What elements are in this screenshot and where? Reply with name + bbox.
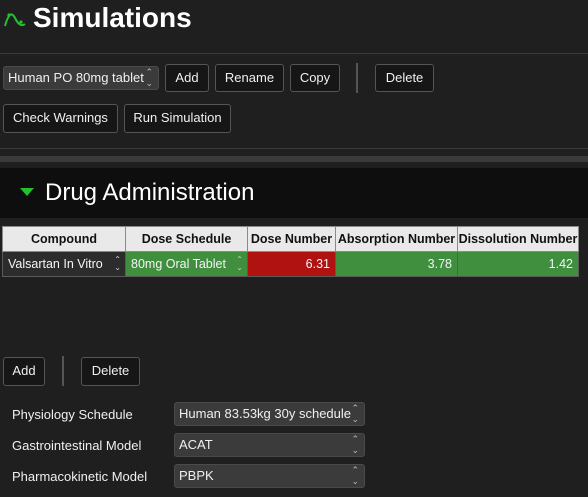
delete-simulation-button[interactable]: Delete [375, 64, 434, 92]
rename-simulation-button[interactable]: Rename [215, 64, 284, 92]
section-divider [0, 156, 588, 162]
toolbar-separator [356, 63, 358, 93]
compound-value: Valsartan In Vitro [8, 257, 103, 271]
physiology-schedule-value: Human 83.53kg 30y schedule [179, 406, 352, 421]
compound-cell[interactable]: Valsartan In Vitro ⌃ ⌄ [2, 251, 126, 277]
copy-simulation-button[interactable]: Copy [290, 64, 340, 92]
column-header-compound: Compound [2, 226, 126, 252]
page-title: Simulations [33, 2, 192, 33]
add-simulation-button[interactable]: Add [165, 64, 209, 92]
dissolution-number-cell: 1.42 [457, 251, 579, 277]
dose-schedule-value: 80mg Oral Tablet [131, 257, 226, 271]
divider [0, 148, 588, 149]
drug-administration-table: Compound Dose Schedule Dose Number Absor… [2, 226, 579, 277]
check-warnings-button[interactable]: Check Warnings [3, 104, 118, 133]
physiology-schedule-label: Physiology Schedule [12, 407, 133, 422]
table-row[interactable]: Valsartan In Vitro ⌃ ⌄ 80mg Oral Tablet ⌃… [2, 251, 579, 277]
spin-arrows-icon: ⌃ ⌄ [351, 465, 359, 486]
spin-arrows-icon: ⌃ ⌄ [351, 434, 359, 455]
gastrointestinal-model-select[interactable]: ACAT ⌃ ⌄ [174, 433, 365, 457]
run-simulation-button[interactable]: Run Simulation [124, 104, 231, 133]
column-header-dissolution-number: Dissolution Number [457, 226, 579, 252]
column-header-dose-schedule: Dose Schedule [125, 226, 248, 252]
column-header-absorption-number: Absorption Number [335, 226, 458, 252]
spin-arrows-icon: ⌃ ⌄ [236, 255, 243, 272]
dose-schedule-cell[interactable]: 80mg Oral Tablet ⌃ ⌄ [125, 251, 248, 277]
pharmacokinetic-model-select[interactable]: PBPK ⌃ ⌄ [174, 464, 365, 488]
simulation-select-value: Human PO 80mg tablet [8, 70, 144, 85]
simulation-curve-icon [4, 13, 26, 27]
simulation-select[interactable]: Human PO 80mg tablet ⌃ ⌄ [3, 66, 159, 90]
divider [0, 53, 588, 54]
dose-number-cell: 6.31 [247, 251, 336, 277]
expand-triangle-icon[interactable] [20, 188, 34, 196]
toolbar-separator [62, 356, 64, 386]
pharmacokinetic-model-value: PBPK [179, 468, 214, 483]
gastrointestinal-model-value: ACAT [179, 437, 213, 452]
gastrointestinal-model-label: Gastrointestinal Model [12, 438, 142, 453]
spin-arrows-icon: ⌃ ⌄ [351, 403, 359, 424]
section-title: Drug Administration [45, 179, 255, 206]
column-header-dose-number: Dose Number [247, 226, 336, 252]
spin-arrows-icon: ⌃ ⌄ [114, 255, 121, 272]
pharmacokinetic-model-label: Pharmacokinetic Model [12, 469, 148, 484]
add-row-button[interactable]: Add [3, 357, 45, 386]
spin-arrows-icon: ⌃ ⌄ [145, 67, 153, 88]
delete-row-button[interactable]: Delete [81, 357, 140, 386]
absorption-number-cell: 3.78 [335, 251, 458, 277]
physiology-schedule-select[interactable]: Human 83.53kg 30y schedule ⌃ ⌄ [174, 402, 365, 426]
